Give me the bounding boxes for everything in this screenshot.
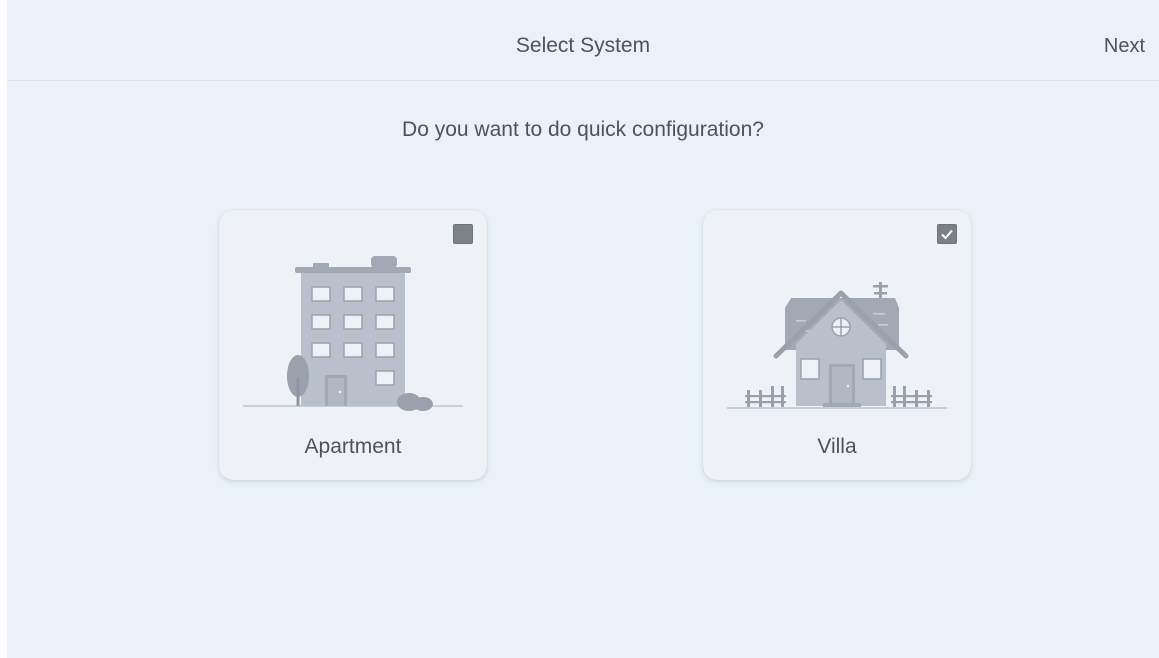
apartment-building-icon <box>243 256 463 411</box>
villa-checkbox[interactable] <box>937 224 957 244</box>
apartment-checkbox[interactable] <box>453 224 473 244</box>
screen: Select System Next Do you want to do qui… <box>7 0 1159 658</box>
checkmark-icon <box>941 229 953 240</box>
option-label-apartment: Apartment <box>304 435 402 458</box>
villa-house-icon <box>727 282 947 409</box>
option-label-villa: Villa <box>817 435 857 458</box>
option-card-villa[interactable]: Villa <box>703 210 971 480</box>
option-card-apartment[interactable]: Apartment <box>219 210 487 480</box>
header-bar: Select System Next <box>7 0 1159 81</box>
page-title: Select System <box>515 34 651 57</box>
next-button[interactable]: Next <box>1100 26 1149 66</box>
question-text: Do you want to do quick configuration? <box>402 118 764 141</box>
